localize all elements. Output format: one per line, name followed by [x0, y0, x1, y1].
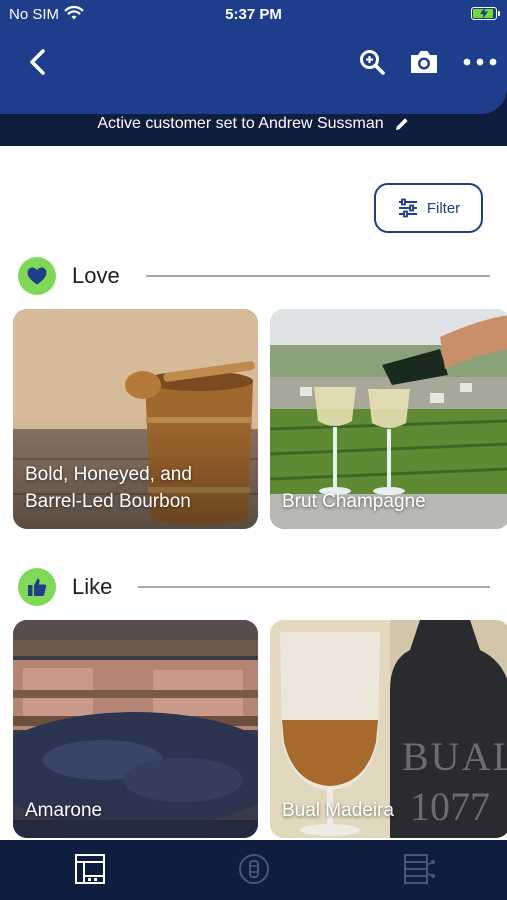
- status-bar: No SIM 5:37 PM: [0, 0, 507, 28]
- card-label: Bold, Honeyed, and Barrel-Led Bourbon: [25, 464, 192, 512]
- sliders-icon: [398, 198, 417, 218]
- love-badge: [18, 257, 56, 295]
- section-divider: [145, 275, 490, 277]
- active-customer-banner[interactable]: Active customer set to Andrew Sussman: [0, 112, 507, 136]
- zoom-search-icon[interactable]: [358, 48, 386, 76]
- filter-button[interactable]: Filter: [374, 183, 483, 233]
- svg-text:BUAL: BUAL: [402, 734, 507, 779]
- status-time: 5:37 PM: [225, 6, 282, 23]
- section-title: Love: [72, 263, 120, 288]
- category-card-champagne[interactable]: Brut Champagne: [270, 309, 507, 529]
- category-card-amarone[interactable]: Amarone: [13, 620, 258, 838]
- card-label: Amarone: [25, 800, 103, 821]
- heart-icon: [27, 267, 47, 285]
- like-badge: [18, 568, 56, 606]
- active-customer-text: Active customer set to Andrew Sussman: [97, 115, 384, 132]
- filter-label: Filter: [426, 199, 461, 217]
- section-like-header: Like: [18, 567, 490, 607]
- card-label: Bual Madeira: [282, 800, 394, 821]
- catalog-icon[interactable]: [73, 852, 107, 886]
- back-chevron-icon[interactable]: [24, 46, 52, 78]
- battery-icon: [471, 7, 500, 20]
- bottom-tab-bar: [0, 840, 507, 900]
- category-card-bourbon[interactable]: Bold, Honeyed, and Barrel-Led Bourbon: [13, 309, 258, 529]
- thumbs-up-icon: [28, 578, 47, 596]
- edit-pencil-icon[interactable]: [394, 116, 410, 132]
- hierarchy-icon[interactable]: [402, 852, 436, 886]
- app-header: No SIM 5:37 PM Active customer set to An…: [0, 0, 507, 146]
- section-divider: [138, 586, 490, 588]
- section-love-header: Love: [18, 256, 490, 296]
- section-title: Like: [72, 574, 113, 599]
- camera-icon[interactable]: [408, 48, 440, 76]
- card-label: Brut Champagne: [282, 491, 426, 512]
- category-card-madeira[interactable]: BUAL 1077 Bual Madeira: [270, 620, 507, 838]
- charging-bolt-icon: [480, 7, 488, 19]
- barrel-icon[interactable]: [237, 852, 271, 886]
- more-options-icon[interactable]: [462, 52, 498, 72]
